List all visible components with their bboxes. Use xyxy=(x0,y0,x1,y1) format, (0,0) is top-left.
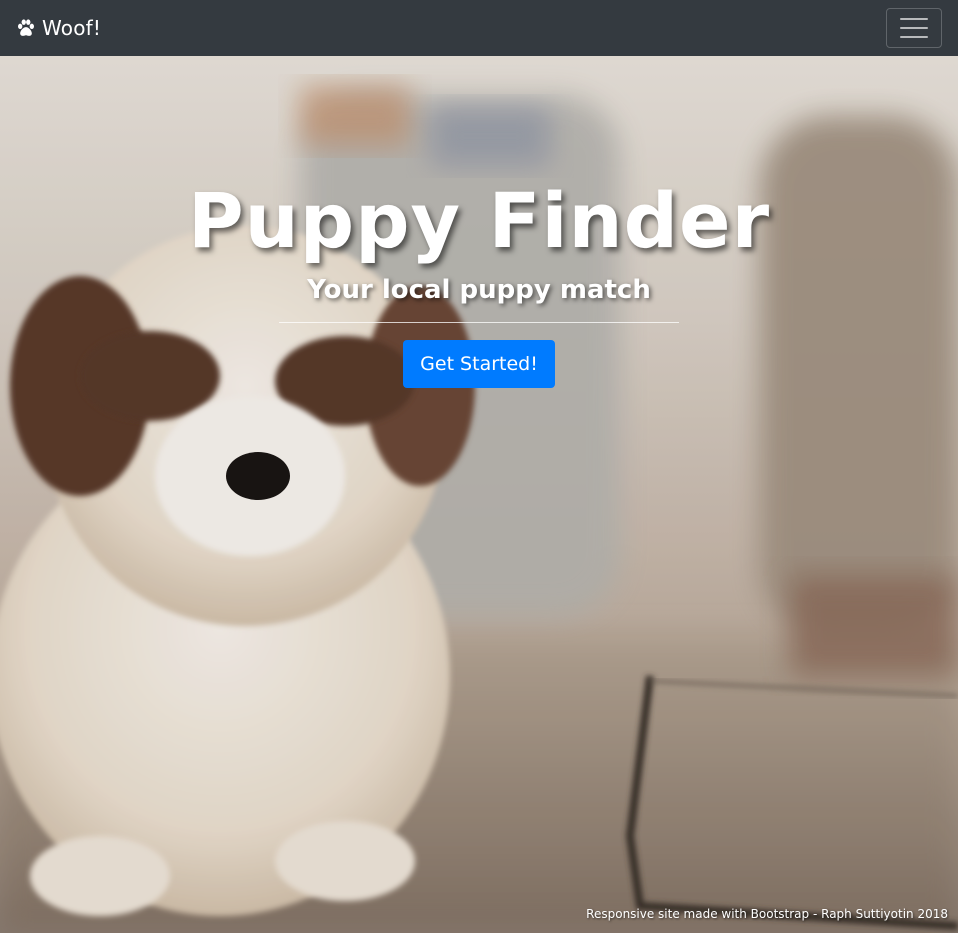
hero-section: Puppy Finder Your local puppy match Get … xyxy=(0,56,958,933)
hero-content: Puppy Finder Your local puppy match Get … xyxy=(0,176,958,388)
hamburger-menu-icon xyxy=(900,18,928,20)
get-started-button[interactable]: Get Started! xyxy=(403,340,555,388)
hamburger-menu-icon-bar xyxy=(900,27,928,29)
paw-icon xyxy=(18,19,34,36)
brand-link[interactable]: Woof! xyxy=(16,16,101,40)
hamburger-menu-button[interactable] xyxy=(886,8,942,48)
page-subtitle: Your local puppy match xyxy=(307,275,651,305)
page-title: Puppy Finder xyxy=(187,176,771,265)
divider xyxy=(279,322,679,323)
navbar: Woof! xyxy=(0,0,958,56)
hamburger-menu-icon-bar xyxy=(900,36,928,38)
brand-label: Woof! xyxy=(42,16,102,40)
footer-credit: Responsive site made with Bootstrap - Ra… xyxy=(586,907,948,921)
